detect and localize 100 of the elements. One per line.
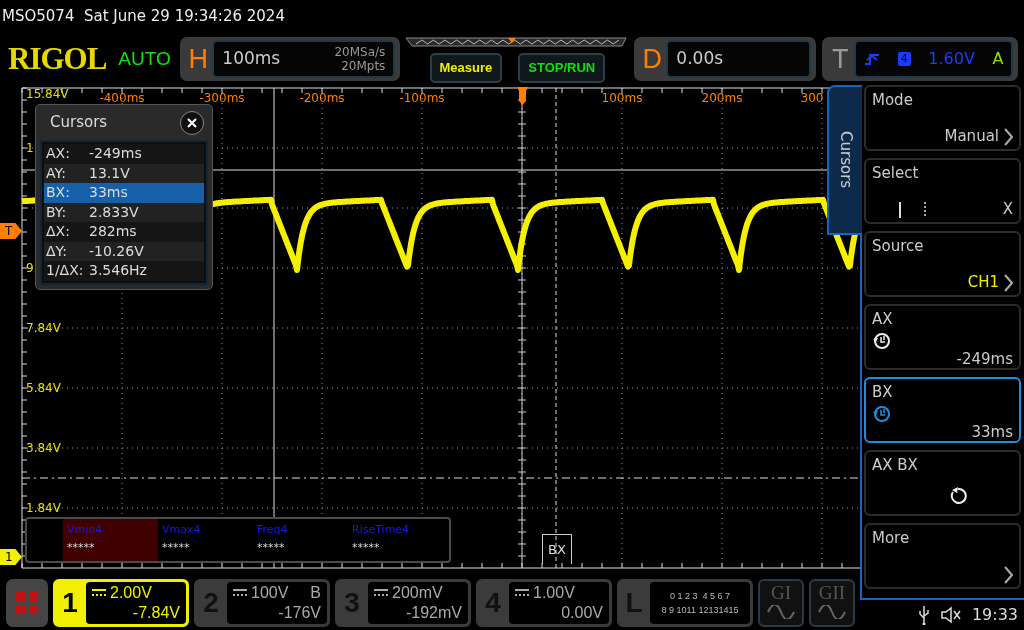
knob-icon <box>872 331 890 349</box>
softkey-button[interactable]: BX 33ms <box>864 377 1021 443</box>
time-axis-label: 100ms <box>601 91 643 105</box>
delay-value: 0.00s <box>676 47 724 71</box>
time-axis-label: 200ms <box>701 91 743 105</box>
dc-coupling-icon <box>515 588 529 597</box>
generator-label: GII <box>818 580 846 605</box>
usb-icon <box>917 605 930 625</box>
brand-logo: RIGOL <box>8 39 107 78</box>
measurement-name: Freq4 <box>257 522 289 538</box>
voltage-axis-label: 3.84V <box>26 441 61 455</box>
channel-scale: 2.00V <box>110 582 152 603</box>
readout-value: 13.1V <box>89 163 130 183</box>
trigger-level-marker[interactable]: T <box>0 223 22 239</box>
rising-edge-icon <box>864 51 881 67</box>
sine-wave-icon <box>818 604 846 619</box>
readout-label: BX: <box>45 183 71 202</box>
knob-icon <box>872 404 890 422</box>
voltage-axis-label: 5.84V <box>26 381 61 395</box>
softkey-button[interactable]: Mode Manual <box>864 85 1021 151</box>
measurement-item[interactable]: RiseTime4 ***** <box>348 519 443 561</box>
stop-run-button[interactable]: STOP/RUN <box>518 52 606 83</box>
chevron-right-icon <box>1003 274 1013 292</box>
bandwidth-limit-label: B <box>310 582 321 603</box>
sample-rate: 20MSa/s <box>334 45 386 59</box>
channel-numbers: 8 9 1011 12131415 <box>660 603 740 617</box>
generator-label: GI <box>770 580 792 605</box>
chevron-right-icon <box>1003 566 1013 584</box>
voltage-axis-label: 9 <box>26 261 34 275</box>
readout-label: ΔX: <box>45 222 71 241</box>
panel-letter: T <box>831 42 850 76</box>
measurement-name: Vmax4 <box>162 522 202 538</box>
channel-scale: 1.00V <box>533 582 575 603</box>
sine-wave-icon <box>767 604 795 619</box>
horizontal-panel[interactable]: H 100ms 20MSa/s 20Mpts <box>180 37 401 81</box>
softkey-button[interactable]: Select X <box>864 158 1021 224</box>
trigger-coupling: A <box>992 48 1004 70</box>
voltage-axis-label: 1 <box>26 141 34 155</box>
measurement-name: RiseTime4 <box>352 522 411 538</box>
readout-value: -10.26V <box>89 241 144 261</box>
readout-label: AY: <box>45 163 67 183</box>
main-menu-button[interactable] <box>6 578 48 627</box>
dc-coupling-icon <box>92 588 106 597</box>
readout-label: 1/ΔX: <box>45 261 85 280</box>
measurement-item[interactable]: Freq4 ***** <box>253 519 348 561</box>
timebase-value: 100ms <box>222 47 281 71</box>
voltage-axis-label: 1.84V <box>26 501 61 515</box>
speaker-muted-icon <box>939 606 962 624</box>
clock-time: 19:33 <box>971 604 1018 626</box>
readout-value: -249ms <box>89 144 142 163</box>
cursor-marker-label: BX <box>542 534 572 564</box>
readout-label: BY: <box>45 202 68 222</box>
readout-value: 2.833V <box>89 202 139 222</box>
softkey-button[interactable]: More <box>864 523 1021 589</box>
trigger-panel[interactable]: T 4 1.60V A <box>822 37 1019 81</box>
time-axis-label: -300ms <box>199 91 245 105</box>
time-axis-label: -400ms <box>99 91 145 105</box>
measurement-item[interactable]: Vmax4 ***** <box>158 519 253 561</box>
channel-offset-marker[interactable]: 1 <box>0 549 22 565</box>
channel-button[interactable]: 1 2.00V -7.84V <box>53 578 189 627</box>
cursor-lines-icon <box>898 201 928 219</box>
delay-panel[interactable]: D 0.00s <box>634 37 817 81</box>
channel-offset: -7.84V <box>131 602 180 623</box>
channel-offset: -176V <box>277 602 321 623</box>
measurement-value: ***** <box>162 540 191 556</box>
cursors-menu-tab[interactable]: Cursors <box>827 85 862 235</box>
trigger-mode-label: AUTO <box>118 46 172 71</box>
chevron-right-icon <box>1003 128 1013 146</box>
dc-coupling-icon <box>233 588 247 597</box>
softkey-button[interactable]: AX -249ms <box>864 304 1021 370</box>
panel-title: Cursors <box>50 112 108 134</box>
memory-depth: 20Mpts <box>340 59 386 73</box>
measurement-value: ***** <box>257 540 286 556</box>
close-button[interactable] <box>180 110 204 135</box>
dc-coupling-icon <box>374 588 388 597</box>
readout-label: ΔY: <box>45 241 68 261</box>
readout-value: 3.546Hz <box>89 261 147 280</box>
softkey-button[interactable]: Source CH1 <box>864 231 1021 297</box>
trigger-source-badge: 4 <box>897 52 911 66</box>
status-line: MSO5074 Sat June 29 19:34:26 2024 <box>1 6 286 27</box>
measure-button[interactable]: Measure <box>429 52 503 83</box>
time-axis-label: -200ms <box>299 91 345 105</box>
time-axis-label: 300 <box>800 91 824 105</box>
readout-label: AX: <box>45 144 71 163</box>
readout-value: 282ms <box>89 222 137 241</box>
measurement-value: ***** <box>352 540 381 556</box>
voltage-axis-label: 7.84V <box>26 321 61 335</box>
measurement-item[interactable]: Vmin4 ***** <box>63 519 158 561</box>
readout-value: 33ms <box>89 183 128 202</box>
channel-scale: 100V <box>251 582 289 603</box>
rotate-icon <box>948 487 967 505</box>
time-axis-label: -100ms <box>399 91 445 105</box>
channel-numbers: 0 1 2 3 4 5 6 7 <box>668 589 731 603</box>
measurement-name: Vmin4 <box>67 522 104 538</box>
softkey-button[interactable]: AX BX <box>864 450 1021 516</box>
measurement-value: ***** <box>67 540 96 556</box>
voltage-axis-label: 15.84V <box>26 87 69 101</box>
panel-letter: H <box>187 42 210 76</box>
channel-scale: 200mV <box>392 582 443 603</box>
cursor-line[interactable] <box>555 87 557 569</box>
